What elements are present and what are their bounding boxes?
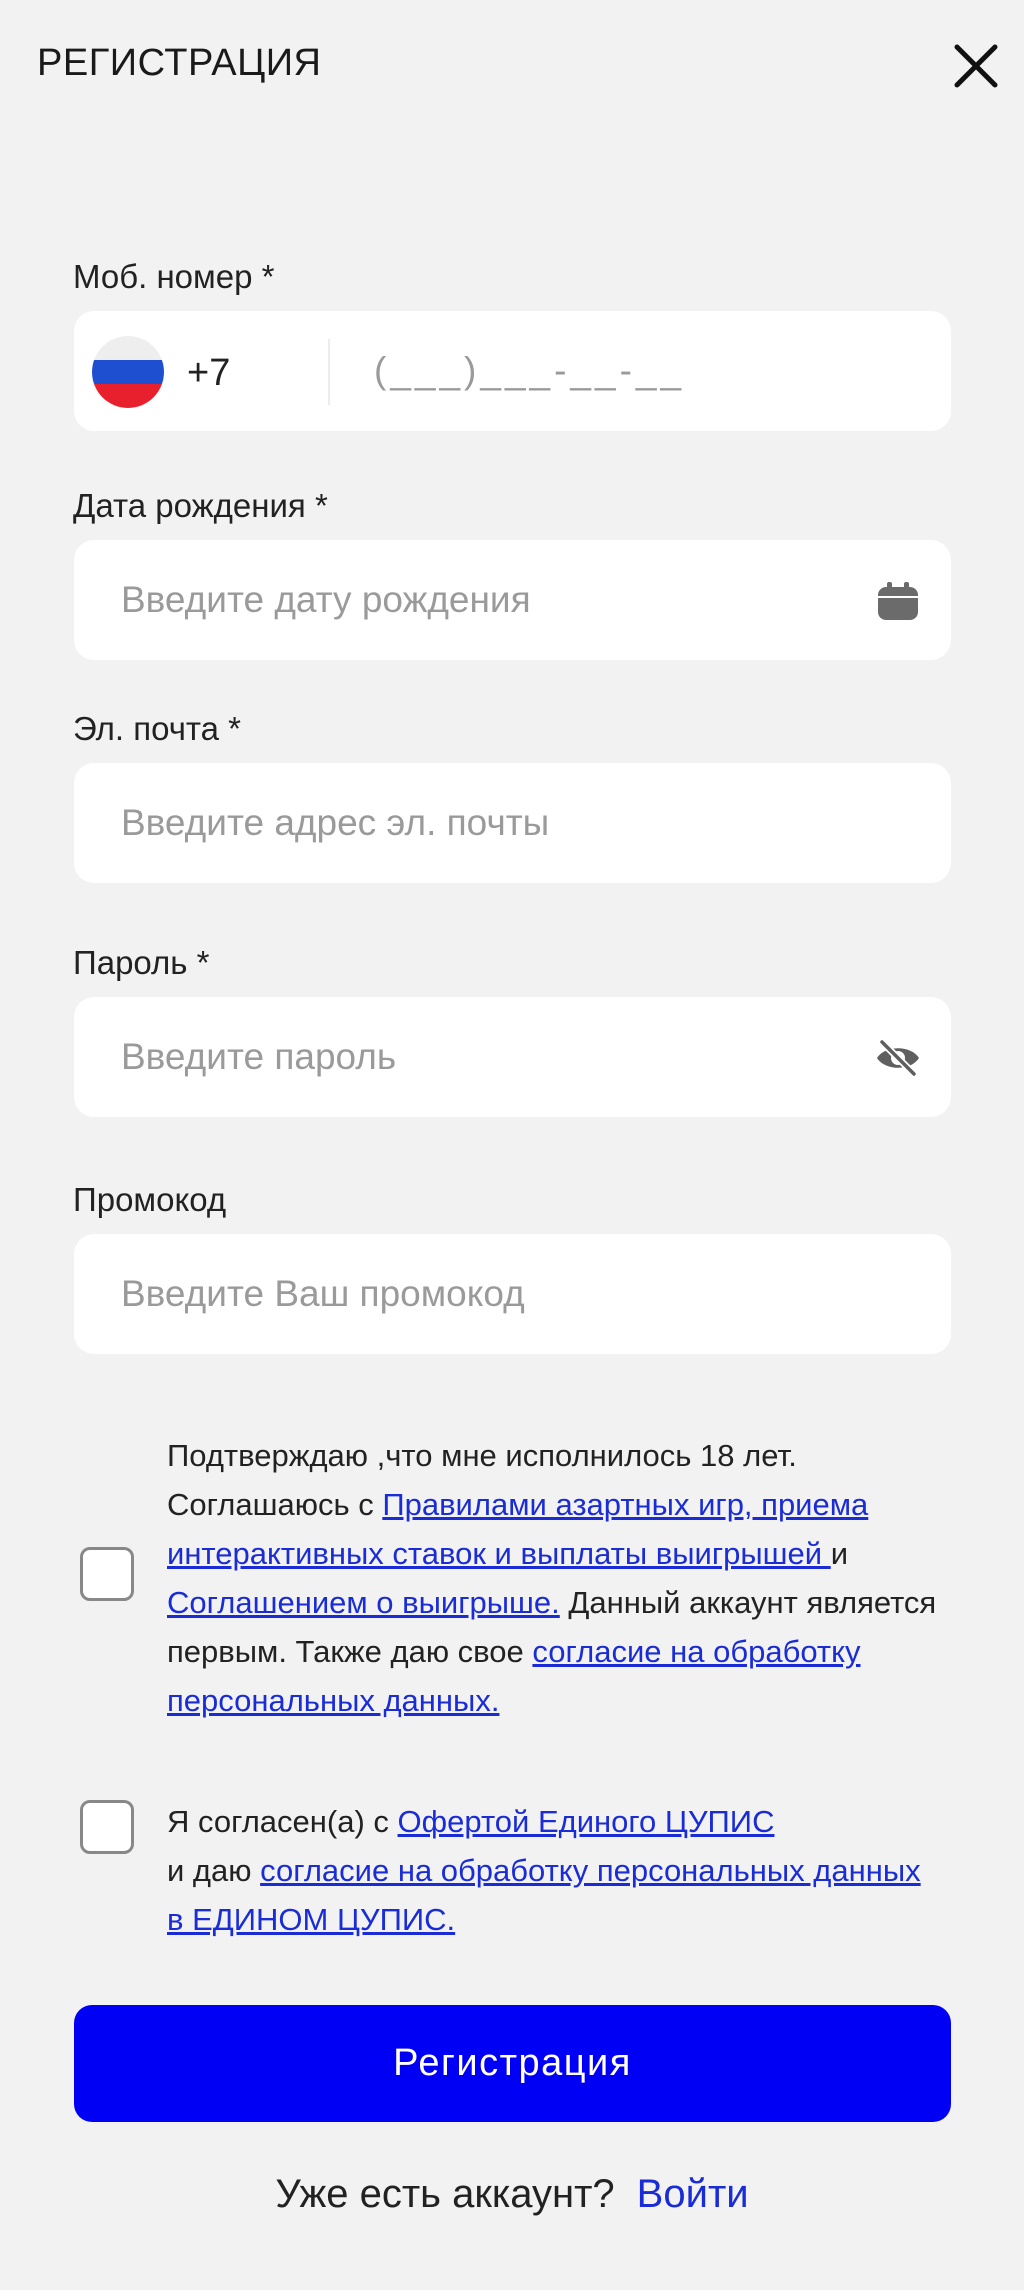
registration-page: РЕГИСТРАЦИЯ Моб. номер * +7 Дата рождени… (0, 0, 1024, 2290)
promo-input[interactable] (121, 1234, 861, 1354)
password-label: Пароль * (73, 944, 210, 981)
age-agreement-text: Подтверждаю ,что мне исполнилось 18 лет.… (167, 1431, 937, 1725)
calendar-icon (878, 582, 918, 620)
login-link[interactable]: Войти (637, 2172, 749, 2216)
birthdate-input[interactable] (121, 540, 861, 660)
cupis-personal-data-link[interactable]: согласие на обработку персональных данны… (167, 1853, 921, 1937)
agreement2-text-2: и даю (167, 1853, 261, 1888)
email-field (74, 763, 951, 883)
email-input[interactable] (121, 763, 861, 883)
age-agreement-checkbox[interactable] (80, 1547, 134, 1601)
cupis-agreement-checkbox[interactable] (80, 1800, 134, 1854)
login-question: Уже есть аккаунт? (275, 2172, 615, 2216)
phone-country-code[interactable]: +7 (187, 311, 230, 435)
phone-label: Моб. номер * (73, 258, 275, 295)
promo-field (74, 1234, 951, 1354)
winning-agreement-link[interactable]: Соглашением о выигрыше. (167, 1585, 560, 1620)
phone-divider (328, 339, 330, 405)
phone-input[interactable] (374, 311, 914, 431)
agreement1-text-2: и (830, 1536, 849, 1571)
eye-off-icon (877, 1038, 919, 1078)
email-label: Эл. почта * (73, 710, 242, 747)
birthdate-field (74, 540, 951, 660)
cupis-offer-link[interactable]: Офертой Единого ЦУПИС (398, 1804, 775, 1839)
calendar-button[interactable] (875, 578, 921, 624)
russia-flag-icon[interactable] (92, 336, 164, 408)
cupis-agreement-text: Я согласен(а) с Офертой Единого ЦУПИС и д… (167, 1797, 937, 1944)
birthdate-label: Дата рождения * (73, 487, 328, 524)
phone-field: +7 (74, 311, 951, 431)
login-row: Уже есть аккаунт? Войти (0, 2172, 1024, 2217)
register-button[interactable]: Регистрация (74, 2005, 951, 2122)
close-button[interactable] (946, 36, 1006, 96)
close-icon (954, 44, 998, 88)
toggle-password-button[interactable] (875, 1035, 921, 1081)
password-field (74, 997, 951, 1117)
page-title: РЕГИСТРАЦИЯ (37, 42, 322, 84)
promo-label: Промокод (73, 1181, 227, 1218)
agreement2-text-1: Я согласен(а) с (167, 1804, 398, 1839)
password-input[interactable] (121, 997, 861, 1117)
